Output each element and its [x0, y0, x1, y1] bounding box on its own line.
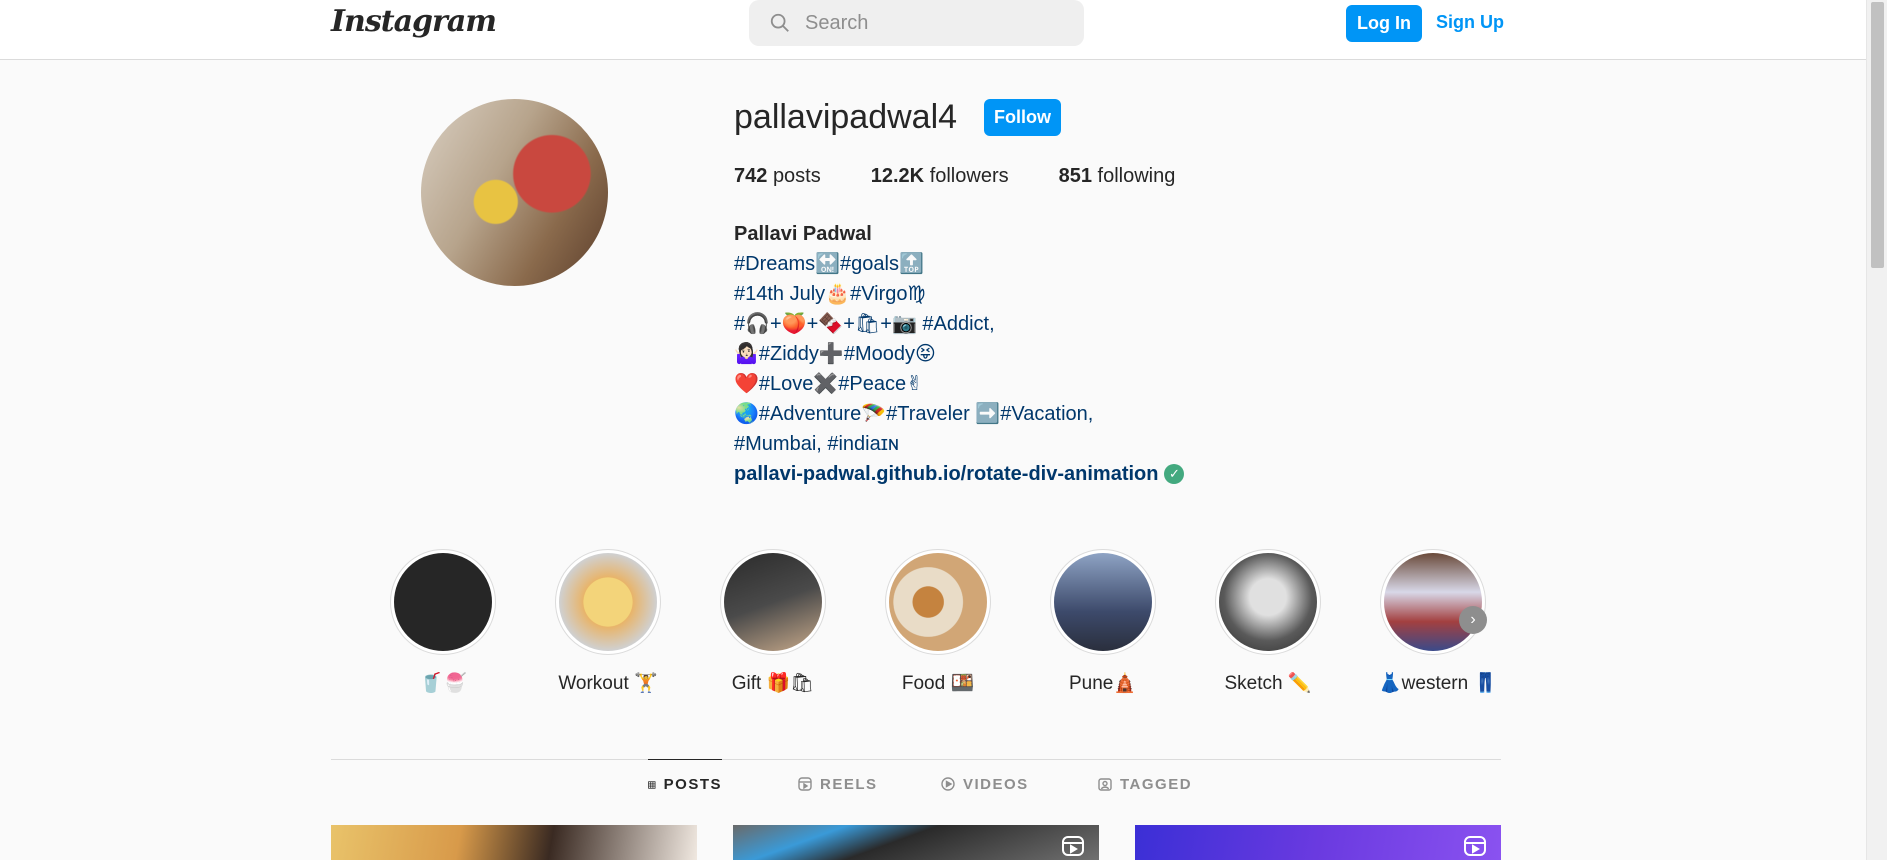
highlight-label: Sketch ✏️: [1224, 673, 1312, 694]
highlight-ring: [1380, 549, 1486, 655]
tab-posts[interactable]: POSTS: [648, 759, 722, 809]
highlight-item[interactable]: Sketch ✏️: [1213, 549, 1323, 695]
followers-label: followers: [929, 165, 1009, 187]
tag-icon: [1098, 778, 1112, 791]
bio-line[interactable]: #🎧+🍑+🍫+🛍+📷 #Addict,: [734, 309, 1184, 339]
highlight-cover: [1054, 553, 1152, 651]
highlight-cover: [559, 553, 657, 651]
tab-label: VIDEOS: [963, 775, 1029, 793]
highlight-ring: [885, 549, 991, 655]
following-stat[interactable]: 851 following: [1059, 165, 1176, 188]
highlight-ring: [1050, 549, 1156, 655]
bio-line[interactable]: ❤️#Love✖️#Peace✌: [734, 369, 1184, 399]
login-button[interactable]: Log In: [1346, 5, 1422, 42]
highlight-item[interactable]: Gift 🎁🛍: [718, 549, 828, 695]
tab-label: POSTS: [663, 776, 722, 793]
highlight-cover: [889, 553, 987, 651]
search-input[interactable]: [805, 11, 1045, 35]
highlight-label: Pune🛕: [1068, 673, 1138, 694]
story-highlights: 🥤🍧 Workout 🏋 Gift 🎁🛍 Food 🍱 Pune🛕 Sketch…: [388, 549, 1498, 699]
tab-videos[interactable]: VIDEOS: [941, 759, 1029, 809]
tabs-divider: [331, 759, 1501, 760]
profile-username: pallavipadwal4: [734, 98, 958, 136]
highlight-item[interactable]: Workout 🏋: [553, 549, 663, 695]
highlight-cover: [1384, 553, 1482, 651]
highlight-ring: [555, 549, 661, 655]
profile-stats: 742 posts 12.2K followers 851 following: [734, 165, 1225, 188]
highlight-ring: [720, 549, 826, 655]
verified-check-icon: ✓: [1164, 464, 1185, 484]
post-thumbnail[interactable]: [1135, 825, 1501, 860]
highlight-label: 🥤🍧: [419, 673, 467, 694]
bio-line[interactable]: 🌏#Adventure🪂#Traveler ➡️#Vacation,: [734, 399, 1184, 429]
highlight-ring: [1215, 549, 1321, 655]
highlight-label: Workout 🏋: [558, 673, 658, 694]
tab-label: REELS: [820, 775, 878, 793]
highlight-label: Gift 🎁🛍: [731, 673, 815, 694]
highlight-item[interactable]: Food 🍱: [883, 549, 993, 695]
posts-count: 742: [734, 165, 768, 187]
posts-label: posts: [772, 165, 821, 187]
tab-label: TAGGED: [1120, 775, 1193, 793]
profile-avatar[interactable]: [421, 99, 608, 286]
scrollbar-thumb[interactable]: [1871, 2, 1884, 268]
grid-icon: [648, 780, 656, 789]
followers-stat[interactable]: 12.2K followers: [871, 165, 1009, 188]
highlight-cover: [394, 553, 492, 651]
play-icon: [941, 777, 955, 791]
highlight-ring: [390, 549, 496, 655]
highlight-item[interactable]: 🥤🍧: [388, 549, 498, 695]
follow-button[interactable]: Follow: [984, 99, 1061, 136]
tab-tagged[interactable]: TAGGED: [1098, 759, 1192, 809]
search-icon: [770, 13, 789, 32]
followers-count: 12.2K: [870, 165, 925, 187]
signup-link[interactable]: Sign Up: [1436, 12, 1504, 33]
highlight-label: 👗western 👖: [1378, 673, 1498, 694]
following-count: 851: [1058, 165, 1092, 187]
post-thumbnail[interactable]: [331, 825, 697, 860]
page-scrollbar[interactable]: [1866, 0, 1887, 860]
highlight-cover: [1219, 553, 1317, 651]
bio-line[interactable]: #Mumbai, #indiaɪɴ: [734, 429, 1184, 459]
highlight-cover: [724, 553, 822, 651]
bio-link[interactable]: pallavi-padwal.github.io/rotate-div-anim…: [734, 459, 1185, 489]
highlight-label: Food 🍱: [901, 673, 975, 694]
tab-reels[interactable]: REELS: [798, 759, 878, 809]
post-thumbnail[interactable]: [733, 825, 1099, 860]
profile-bio: Pallavi Padwal #Dreams🔛#goals🔝 #14th Jul…: [734, 219, 1185, 489]
following-label: following: [1097, 165, 1176, 187]
top-nav: Instagram Log In Sign Up: [0, 0, 1866, 60]
highlight-item[interactable]: Pune🛕: [1048, 549, 1158, 695]
profile-full-name: Pallavi Padwal: [734, 223, 872, 245]
bio-link-text[interactable]: pallavi-padwal.github.io/rotate-div-anim…: [734, 459, 1158, 489]
instagram-logo[interactable]: Instagram: [331, 4, 497, 39]
posts-stat[interactable]: 742 posts: [734, 165, 821, 188]
search-box[interactable]: [749, 0, 1084, 46]
bio-line[interactable]: #14th July🎂#Virgo♍: [734, 279, 1184, 309]
reels-icon: [798, 777, 812, 791]
reel-badge-icon: [1464, 836, 1486, 856]
reel-badge-icon: [1062, 836, 1084, 856]
bio-line[interactable]: 🤷🏻‍♀️#Ziddy➕#Moody😝: [734, 339, 1184, 369]
bio-line[interactable]: #Dreams🔛#goals🔝: [734, 249, 1184, 279]
highlights-next-arrow-icon[interactable]: ›: [1459, 606, 1487, 634]
